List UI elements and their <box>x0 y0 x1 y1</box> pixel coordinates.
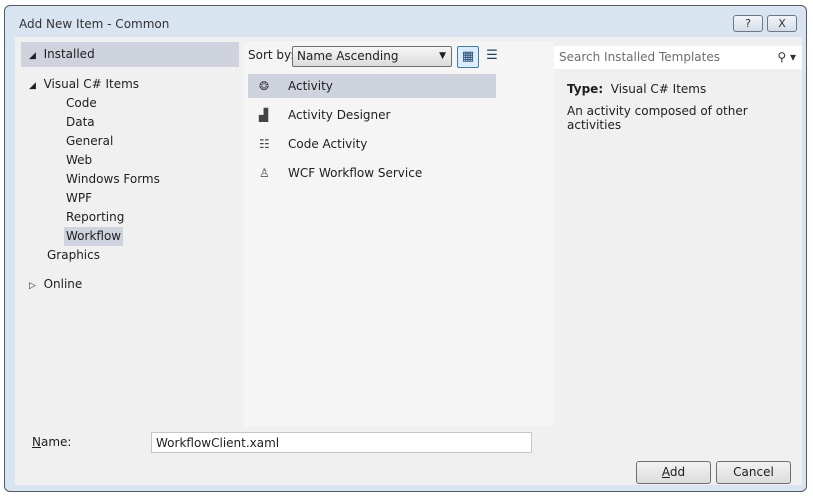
tree-item-reporting[interactable]: Reporting <box>66 208 124 227</box>
sort-dropdown[interactable]: Name Ascending ▼ <box>292 46 452 67</box>
expand-icon: ▷ <box>29 281 36 291</box>
tree-item-wpf[interactable]: WPF <box>66 189 92 208</box>
template-item-activity[interactable]: ❂ Activity <box>248 74 496 98</box>
dialog-body: ◢ Installed ◢ Visual C# Items Code Data … <box>15 37 802 485</box>
grid-icon: ▦ <box>461 49 475 64</box>
tree-item-data[interactable]: Data <box>66 113 95 132</box>
activity-icon: ❂ <box>259 79 270 93</box>
template-item-code-activity[interactable]: ☷ Code Activity <box>248 132 548 156</box>
sort-label: Sort by: <box>248 48 295 62</box>
collapse-icon: ◢ <box>29 81 36 91</box>
window-title: Add New Item - Common <box>19 17 170 31</box>
medium-icons-view-button[interactable]: ▦ <box>457 46 479 68</box>
activity-designer-icon: ▟ <box>259 108 269 122</box>
search-icon[interactable]: ⚲ ▾ <box>777 46 796 69</box>
template-item-wcf-workflow-service[interactable]: ♙ WCF Workflow Service <box>248 161 548 185</box>
tree-item-visual-csharp[interactable]: ◢ Visual C# Items <box>29 75 139 94</box>
tree-item-graphics[interactable]: Graphics <box>47 246 100 265</box>
name-label: Name: <box>32 435 72 449</box>
code-activity-icon: ☷ <box>259 137 270 151</box>
name-input[interactable] <box>151 432 532 453</box>
template-type: Type: Visual C# Items <box>567 82 707 96</box>
template-item-activity-designer[interactable]: ▟ Activity Designer <box>248 103 548 127</box>
tree-item-windows-forms[interactable]: Windows Forms <box>66 170 160 189</box>
template-description: An activity composed of other activities <box>567 104 748 132</box>
dialog-window: Add New Item - Common ? X ◢ Installed ◢ … <box>4 5 807 492</box>
add-button[interactable]: Add <box>636 461 711 484</box>
tree-item-code[interactable]: Code <box>66 94 97 113</box>
cancel-button[interactable]: Cancel <box>716 461 791 484</box>
search-input[interactable]: Search Installed Templates ⚲ ▾ <box>554 46 802 69</box>
tree-item-online[interactable]: ▷ Online <box>29 275 82 294</box>
wcf-service-icon: ♙ <box>259 166 270 180</box>
list-view-button[interactable]: ☰ <box>481 46 503 68</box>
details-panel: Search Installed Templates ⚲ ▾ Type: Visu… <box>554 42 802 422</box>
list-icon: ☰ <box>486 48 498 63</box>
close-button[interactable]: X <box>767 15 797 32</box>
tree-item-web[interactable]: Web <box>66 151 92 170</box>
tree-item-general[interactable]: General <box>66 132 113 151</box>
collapse-icon: ◢ <box>29 51 36 61</box>
help-button[interactable]: ? <box>733 15 763 32</box>
template-list-panel: Sort by: Name Ascending ▼ ▦ ☰ ❂ Activity ▟… <box>244 42 554 426</box>
category-tree: ◢ Installed ◢ Visual C# Items Code Data … <box>21 42 239 422</box>
tree-item-installed[interactable]: ◢ Installed <box>21 42 239 67</box>
chevron-down-icon: ▼ <box>439 51 446 61</box>
tree-item-workflow[interactable]: Workflow <box>64 227 124 246</box>
